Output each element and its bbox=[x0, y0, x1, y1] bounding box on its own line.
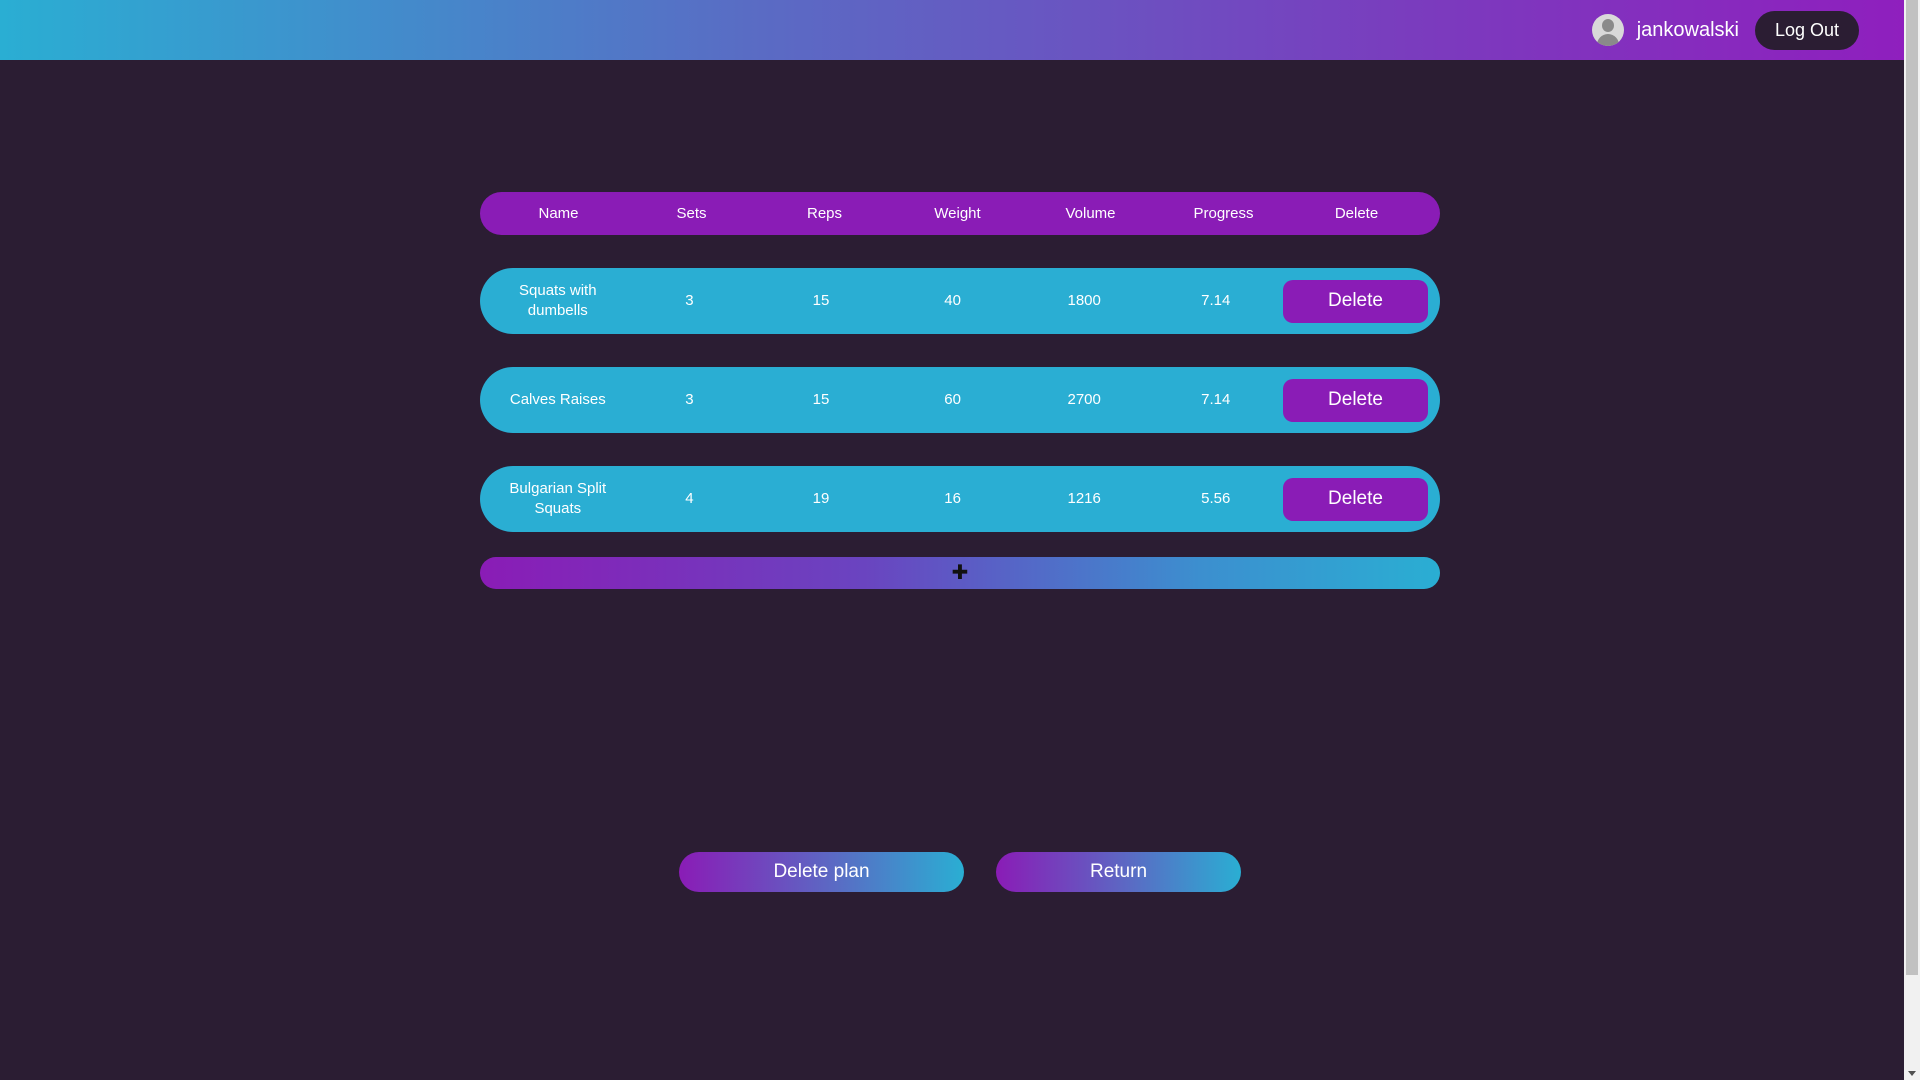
add-exercise-button[interactable]: ✚ bbox=[480, 557, 1440, 589]
exercise-sets: 3 bbox=[685, 292, 694, 309]
delete-exercise-button[interactable]: Delete bbox=[1283, 279, 1428, 323]
delete-plan-button[interactable]: Delete plan bbox=[679, 852, 964, 892]
username: jankowalski bbox=[1636, 18, 1739, 41]
user-info[interactable]: jankowalski bbox=[1591, 13, 1739, 47]
delete-exercise-button[interactable]: Delete bbox=[1283, 477, 1428, 521]
exercise-reps: 19 bbox=[812, 490, 830, 507]
exercise-weight: 16 bbox=[944, 490, 961, 507]
delete-exercise-button[interactable]: Delete bbox=[1283, 378, 1428, 422]
table-row: Bulgarian Split Squats 4 19 16 1216 5.56… bbox=[480, 466, 1440, 532]
exercise-name: Calves Raises bbox=[509, 391, 606, 408]
exercise-progress: 7.14 bbox=[1201, 292, 1231, 309]
table-header: Name Sets Reps Weight Volume Progress De… bbox=[480, 192, 1440, 235]
table-row: Squats with dumbells 3 15 40 1800 7.14 D… bbox=[480, 268, 1440, 334]
table-row: Calves Raises 3 15 60 2700 7.14 Delete bbox=[480, 367, 1440, 433]
logout-button[interactable]: Log Out bbox=[1755, 11, 1859, 50]
exercise-weight: 60 bbox=[944, 391, 961, 408]
exercise-volume: 1800 bbox=[1067, 292, 1101, 309]
exercise-reps: 15 bbox=[812, 391, 830, 408]
exercise-progress: 5.56 bbox=[1201, 490, 1231, 507]
delete-cell: Delete bbox=[1282, 477, 1428, 521]
exercise-progress: 7.14 bbox=[1201, 391, 1231, 408]
exercise-sets: 3 bbox=[685, 391, 694, 408]
delete-cell: Delete bbox=[1282, 378, 1428, 422]
column-header-weight: Weight bbox=[934, 204, 981, 222]
exercise-weight: 40 bbox=[944, 292, 961, 309]
user-avatar-icon bbox=[1591, 14, 1624, 46]
exercise-volume: 1216 bbox=[1067, 490, 1101, 507]
scrollbar-thumb[interactable] bbox=[1906, 0, 1918, 975]
column-header-volume: Volume bbox=[1065, 204, 1116, 222]
vertical-scrollbar[interactable] bbox=[1904, 0, 1920, 1080]
column-header-sets: Sets bbox=[676, 204, 707, 222]
exercise-sets: 4 bbox=[685, 490, 694, 507]
exercise-name: Bulgarian Split Squats bbox=[509, 480, 607, 517]
exercise-name: Squats with dumbells bbox=[519, 282, 597, 319]
exercise-volume: 2700 bbox=[1067, 391, 1101, 408]
column-header-progress: Progress bbox=[1193, 204, 1254, 222]
exercise-table: Name Sets Reps Weight Volume Progress De… bbox=[480, 192, 1440, 589]
return-button[interactable]: Return bbox=[996, 852, 1241, 892]
scroll-down-arrow-icon[interactable] bbox=[1908, 1071, 1916, 1076]
page: jankowalski Log Out Name Sets Reps Weigh… bbox=[0, 0, 1920, 1080]
top-bar: jankowalski Log Out bbox=[0, 0, 1904, 60]
plus-icon: ✚ bbox=[951, 562, 969, 584]
column-header-delete: Delete bbox=[1334, 204, 1379, 222]
exercise-reps: 15 bbox=[812, 292, 830, 309]
column-header-reps: Reps bbox=[806, 204, 843, 222]
column-header-name: Name bbox=[538, 204, 579, 222]
delete-cell: Delete bbox=[1282, 279, 1428, 323]
